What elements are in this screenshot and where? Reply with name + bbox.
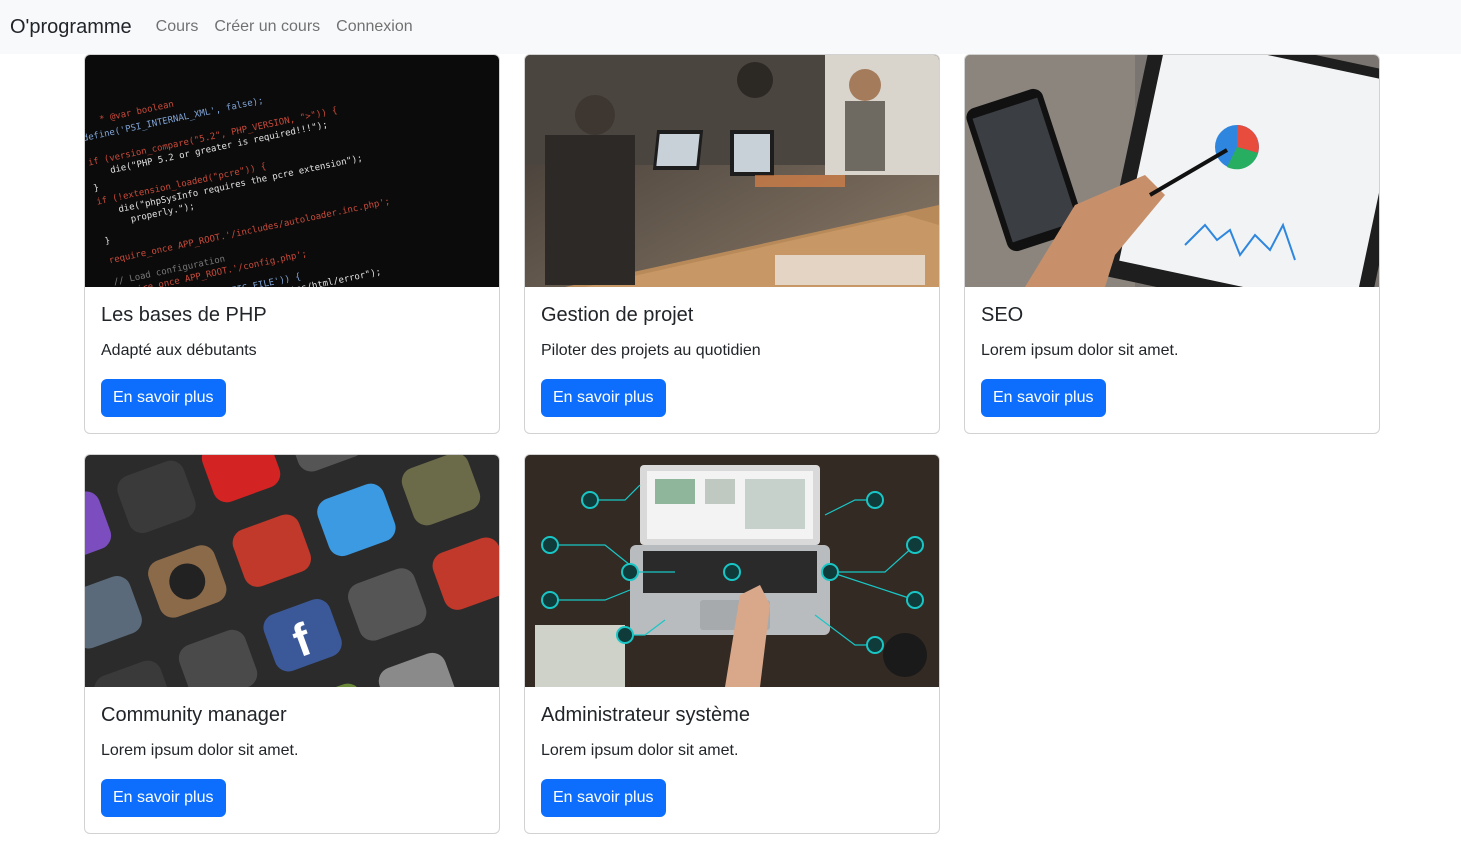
learn-more-button[interactable]: En savoir plus (981, 379, 1106, 417)
brand-link[interactable]: O'programme (10, 16, 132, 39)
card-title: Gestion de projet (541, 304, 694, 326)
card-body: Community manager Lorem ipsum dolor sit … (85, 687, 499, 833)
course-card-community-manager: f Community manager Lorem ipsum dolor si… (84, 454, 500, 834)
card-title: Community manager (101, 704, 287, 726)
card-text: Lorem ipsum dolor sit amet. (981, 342, 1179, 359)
course-image-seo (965, 55, 1379, 287)
course-card-seo: SEO Lorem ipsum dolor sit amet. En savoi… (964, 54, 1380, 434)
learn-more-button[interactable]: En savoir plus (101, 379, 226, 417)
card-title: Administrateur système (541, 704, 750, 726)
card-text: Adapté aux débutants (101, 342, 257, 359)
card-title: SEO (981, 304, 1024, 326)
course-image-php: * @var boolean define('PSI_INTERNAL_XML'… (85, 55, 499, 287)
nav-links: Cours Créer un cours Connexion (148, 18, 421, 36)
nav-link-connexion[interactable]: Connexion (328, 18, 421, 36)
card-body: Gestion de projet Piloter des projets au… (525, 287, 939, 433)
learn-more-button[interactable]: En savoir plus (541, 779, 666, 817)
course-image-gestion-projet (525, 55, 939, 287)
card-title: Les bases de PHP (101, 304, 267, 326)
navbar: O'programme Cours Créer un cours Connexi… (0, 0, 1461, 54)
card-body: Les bases de PHP Adapté aux débutants En… (85, 287, 499, 433)
nav-link-cours[interactable]: Cours (148, 18, 207, 36)
course-card-gestion-projet: Gestion de projet Piloter des projets au… (524, 54, 940, 434)
course-card-admin-systeme: Administrateur système Lorem ipsum dolor… (524, 454, 940, 834)
card-text: Lorem ipsum dolor sit amet. (101, 742, 299, 759)
card-text: Piloter des projets au quotidien (541, 342, 761, 359)
course-image-admin-systeme (525, 455, 939, 687)
card-body: Administrateur système Lorem ipsum dolor… (525, 687, 939, 833)
card-body: SEO Lorem ipsum dolor sit amet. En savoi… (965, 287, 1379, 433)
course-image-community-manager: f (85, 455, 499, 687)
learn-more-button[interactable]: En savoir plus (101, 779, 226, 817)
course-card-php: * @var boolean define('PSI_INTERNAL_XML'… (84, 54, 500, 434)
learn-more-button[interactable]: En savoir plus (541, 379, 666, 417)
nav-link-creer-cours[interactable]: Créer un cours (206, 18, 328, 36)
card-text: Lorem ipsum dolor sit amet. (541, 742, 739, 759)
